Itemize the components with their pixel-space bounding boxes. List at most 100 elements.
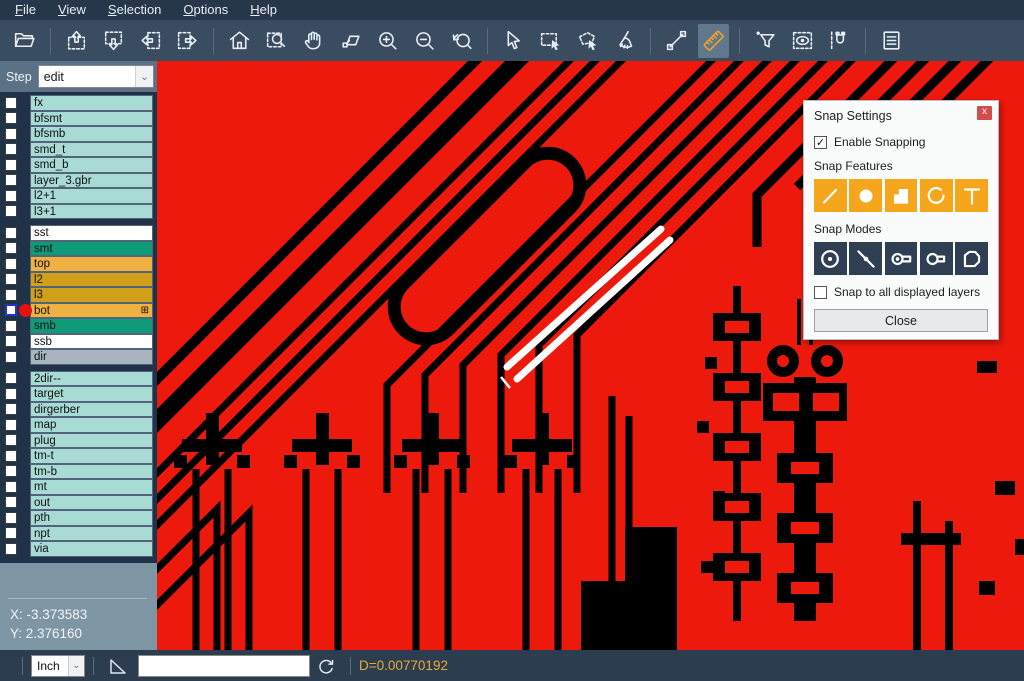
chevron-down-icon[interactable]: ⌄	[135, 66, 153, 87]
layer-label-2dir--[interactable]: 2dir--	[30, 371, 153, 387]
layer-row-l2+1[interactable]: l2+1	[0, 188, 153, 204]
layer-row-out[interactable]: out	[0, 495, 153, 511]
layer-visibility-checkbox[interactable]	[5, 527, 17, 539]
layer-row-top[interactable]: top	[0, 256, 153, 272]
zoom-area-button[interactable]	[335, 24, 366, 58]
step-select[interactable]: edit ⌄	[38, 65, 154, 88]
layer-label-layer_3.gbr[interactable]: layer_3.gbr	[30, 173, 153, 189]
pan-right-button[interactable]	[172, 24, 203, 58]
zoom-in-button[interactable]	[372, 24, 403, 58]
snap-mode-pad-outline-button[interactable]	[920, 242, 953, 275]
menu-item-options[interactable]: Options	[172, 1, 239, 19]
refresh-icon[interactable]	[314, 654, 338, 678]
measure-points-button[interactable]	[661, 24, 692, 58]
report-button[interactable]	[876, 24, 907, 58]
open-file-button[interactable]	[9, 24, 40, 58]
layer-visibility-checkbox[interactable]	[5, 258, 17, 270]
layer-label-smt[interactable]: smt	[30, 241, 153, 257]
dialog-close-icon[interactable]: x	[977, 106, 992, 120]
layer-row-bfsmt[interactable]: bfsmt	[0, 111, 153, 127]
unit-select[interactable]: Inch ⌄	[31, 655, 85, 677]
layer-row-smd_b[interactable]: smd_b	[0, 157, 153, 173]
layer-visibility-checkbox[interactable]	[5, 481, 17, 493]
layer-visibility-checkbox[interactable]	[5, 227, 17, 239]
layer-row-2dir--[interactable]: 2dir--	[0, 371, 153, 387]
layer-label-smb[interactable]: smb	[30, 318, 153, 334]
layer-row-l3+1[interactable]: l3+1	[0, 204, 153, 220]
enable-snapping-checkbox[interactable]: ✓	[814, 136, 827, 149]
layer-visibility-checkbox[interactable]	[5, 388, 17, 400]
snap-all-layers-checkbox[interactable]	[814, 286, 827, 299]
menu-item-selection[interactable]: Selection	[97, 1, 172, 19]
layer-label-sst[interactable]: sst	[30, 225, 153, 241]
layer-visibility-checkbox[interactable]	[5, 190, 17, 202]
layer-visibility-checkbox[interactable]	[5, 273, 17, 285]
layer-label-bot[interactable]: bot⊞	[30, 303, 153, 319]
layer-label-ssb[interactable]: ssb	[30, 334, 153, 350]
layer-label-l3[interactable]: l3	[30, 287, 153, 303]
layer-visibility-checkbox[interactable]	[5, 304, 17, 316]
layer-label-dirgerber[interactable]: dirgerber	[30, 402, 153, 418]
layer-label-bfsmb[interactable]: bfsmb	[30, 126, 153, 142]
menu-item-help[interactable]: Help	[239, 1, 288, 19]
snap-mode-line-point-button[interactable]	[849, 242, 882, 275]
snap-line-button[interactable]	[814, 179, 847, 212]
layer-row-mt[interactable]: mt	[0, 479, 153, 495]
layer-row-tm-t[interactable]: tm-t	[0, 448, 153, 464]
pan-left-button[interactable]	[135, 24, 166, 58]
layer-label-out[interactable]: out	[30, 495, 153, 511]
layer-visibility-checkbox[interactable]	[5, 97, 17, 109]
layer-label-l2+1[interactable]: l2+1	[30, 188, 153, 204]
layer-visibility-checkbox[interactable]	[5, 419, 17, 431]
pan-down-button[interactable]	[98, 24, 129, 58]
snap-mode-contour-button[interactable]	[955, 242, 988, 275]
rectangle-select-button[interactable]	[535, 24, 566, 58]
snap-text-button[interactable]	[955, 179, 988, 212]
snap-surface-button[interactable]	[885, 179, 918, 212]
layer-visibility-checkbox[interactable]	[5, 450, 17, 462]
chevron-down-icon[interactable]: ⌄	[68, 656, 84, 676]
layer-visibility-checkbox[interactable]	[5, 512, 17, 524]
layer-row-npt[interactable]: npt	[0, 526, 153, 542]
layer-visibility-checkbox[interactable]	[5, 205, 17, 217]
layer-row-layer_3.gbr[interactable]: layer_3.gbr	[0, 173, 153, 189]
layer-row-l2[interactable]: l2	[0, 272, 153, 288]
layer-label-dir[interactable]: dir	[30, 349, 153, 365]
layer-row-bfsmb[interactable]: bfsmb	[0, 126, 153, 142]
layer-visibility-checkbox[interactable]	[5, 159, 17, 171]
snap-settings-button[interactable]	[824, 24, 855, 58]
zoom-home-button[interactable]	[224, 24, 255, 58]
layer-row-plug[interactable]: plug	[0, 433, 153, 449]
show-selection-button[interactable]	[787, 24, 818, 58]
layer-visibility-checkbox[interactable]	[5, 320, 17, 332]
layer-visibility-checkbox[interactable]	[5, 174, 17, 186]
snap-mode-center-button[interactable]	[814, 242, 847, 275]
layer-label-npt[interactable]: npt	[30, 526, 153, 542]
layer-row-tm-b[interactable]: tm-b	[0, 464, 153, 480]
zoom-previous-button[interactable]	[446, 24, 477, 58]
layer-row-map[interactable]: map	[0, 417, 153, 433]
layer-row-dirgerber[interactable]: dirgerber	[0, 402, 153, 418]
layer-visibility-checkbox[interactable]	[5, 496, 17, 508]
layer-row-l3[interactable]: l3	[0, 287, 153, 303]
layer-visibility-checkbox[interactable]	[5, 242, 17, 254]
layer-label-l2[interactable]: l2	[30, 272, 153, 288]
layer-visibility-checkbox[interactable]	[5, 335, 17, 347]
layer-label-mt[interactable]: mt	[30, 479, 153, 495]
grid-icon[interactable]: ⊞	[141, 305, 149, 318]
layer-row-dir[interactable]: dir	[0, 349, 153, 365]
ortho-angle-icon[interactable]	[106, 654, 130, 678]
layer-row-via[interactable]: via	[0, 541, 153, 557]
layer-row-smt[interactable]: smt	[0, 241, 153, 257]
layer-row-ssb[interactable]: ssb	[0, 334, 153, 350]
layer-label-tm-b[interactable]: tm-b	[30, 464, 153, 480]
layer-visibility-checkbox[interactable]	[5, 289, 17, 301]
layer-label-bfsmt[interactable]: bfsmt	[30, 111, 153, 127]
layer-visibility-checkbox[interactable]	[5, 403, 17, 415]
polygon-select-button[interactable]	[572, 24, 603, 58]
snap-mode-pad-center-button[interactable]	[885, 242, 918, 275]
pan-up-button[interactable]	[61, 24, 92, 58]
layer-row-sst[interactable]: sst	[0, 225, 153, 241]
layer-row-pth[interactable]: pth	[0, 510, 153, 526]
menu-item-file[interactable]: File	[4, 1, 47, 19]
